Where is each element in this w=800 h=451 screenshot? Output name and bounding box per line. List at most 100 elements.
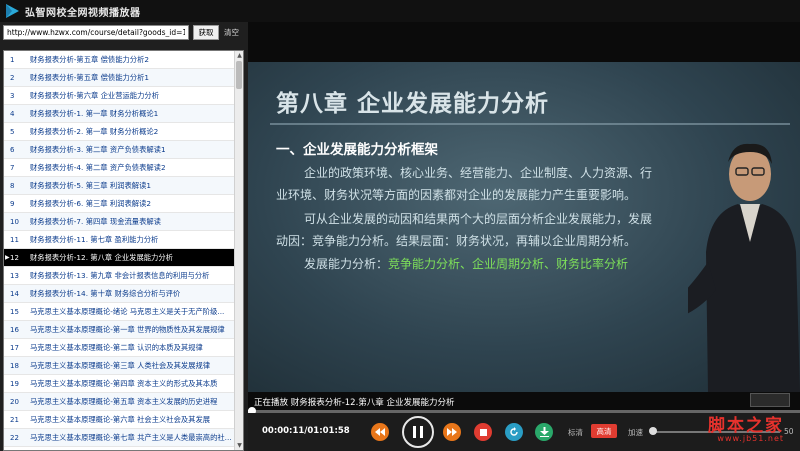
playlist-item-title: 马克思主义基本原理概论-绪论 马克思主义是关于无产阶级... — [30, 306, 225, 316]
rewind-icon[interactable] — [371, 423, 389, 441]
playlist-item-title: 马克思主义基本原理概论-第二章 认识的本质及其规律 — [30, 342, 203, 352]
playlist-item-title: 马克思主义基本原理概论-第三章 人类社会及其发展规律 — [30, 360, 211, 370]
playlist-item[interactable]: 20 马克思主义基本原理概论-第五章 资本主义发展的历史进程 — [4, 393, 235, 411]
corner-logo-icon — [750, 393, 790, 407]
playlist-item[interactable]: 3 财务报表分析-第六章 企业营运能力分析 — [4, 87, 235, 105]
playlist-item[interactable]: 18 马克思主义基本原理概论-第三章 人类社会及其发展规律 — [4, 357, 235, 375]
playlist-item-number: 12 ▶ — [5, 253, 19, 262]
playlist-item[interactable]: 22 马克思主义基本原理概论-第七章 共产主义是人类最崇高的社... — [4, 429, 235, 447]
playlist-item-number: 4 — [10, 109, 15, 118]
playlist-item-number: 21 — [10, 415, 19, 424]
playlist-item-number: 20 — [10, 397, 19, 406]
playlist-item[interactable]: 16 马克思主义基本原理概论-第一章 世界的物质性及其发展规律 — [4, 321, 235, 339]
timecode: 00:00:11/01:01:58 — [262, 426, 350, 436]
playlist-rows: 1 财务报表分析-第五章 偿债能力分析2 2 财务报表分析-第五章 偿债能力分析1 3 财… — [4, 51, 235, 447]
speed-value: 50 — [784, 427, 794, 436]
playlist-item-title: 财务报表分析-3. 第二章 资产负债表解读1 — [30, 144, 166, 154]
download-icon[interactable] — [535, 423, 553, 441]
control-bar: 00:00:11/01:01:58 标清 高清 加速 50 脚本之家 www.j… — [248, 413, 800, 451]
slide-text-3-green: 竞争能力分析、企业周期分析、财务比率分析 — [388, 257, 629, 271]
playlist-item-number: 13 — [10, 271, 19, 280]
playlist-item[interactable]: 5 财务报表分析-2. 第一章 财务分析概论2 — [4, 123, 235, 141]
playlist-item-title: 财务报表分析-5. 第三章 利润表解读1 — [30, 180, 152, 190]
playlist-item-title: 财务报表分析-第六章 企业营运能力分析 — [30, 90, 159, 100]
slide-text-2a: 可从企业发展的动因和结果两个大的层面分析企业发展能力，发展 — [304, 212, 653, 226]
url-bar: 获取 清空 — [3, 25, 239, 40]
refresh-icon[interactable] — [505, 423, 523, 441]
playlist-item[interactable]: 12 ▶ 财务报表分析-12. 第八章 企业发展能力分析 — [4, 249, 235, 267]
pause-icon[interactable] — [402, 416, 434, 448]
playlist-item[interactable]: 7 财务报表分析-4. 第二章 资产负债表解读2 — [4, 159, 235, 177]
scroll-up-icon[interactable]: ▲ — [235, 51, 243, 60]
forward-icon[interactable] — [443, 423, 461, 441]
playlist-item[interactable]: 11 财务报表分析-11. 第七章 盈利能力分析 — [4, 231, 235, 249]
playlist-item[interactable]: 14 财务报表分析-14. 第十章 财务综合分析与评价 — [4, 285, 235, 303]
playlist-item-title: 马克思主义基本原理概论-第五章 资本主义发展的历史进程 — [30, 396, 218, 406]
playlist-item-number: 8 — [10, 181, 15, 190]
playlist-item-number: 5 — [10, 127, 15, 136]
playlist-item-number: 14 — [10, 289, 19, 298]
playlist-item-title: 财务报表分析-第五章 偿债能力分析2 — [30, 54, 150, 64]
playlist-item-number: 1 — [10, 55, 15, 64]
clear-button[interactable]: 清空 — [224, 27, 239, 38]
presenter-figure — [645, 112, 800, 392]
playlist-item[interactable]: 17 马克思主义基本原理概论-第二章 认识的本质及其规律 — [4, 339, 235, 357]
playlist-item-title: 财务报表分析-14. 第十章 财务综合分析与评价 — [30, 288, 181, 298]
playlist-panel: 获取 清空 1 财务报表分析-第五章 偿债能力分析2 2 财务报表分析-第五章 偿债能… — [0, 22, 245, 451]
playlist-item-title: 财务报表分析-13. 第九章 非会计报表信息的利用与分析 — [30, 270, 210, 280]
playlist-item[interactable]: 6 财务报表分析-3. 第二章 资产负债表解读1 — [4, 141, 235, 159]
playlist-item[interactable]: 2 财务报表分析-第五章 偿债能力分析1 — [4, 69, 235, 87]
lecture-slide: 第八章 企业发展能力分析 一、企业发展能力分析框架 企业的政策环境、核心业务、经… — [248, 62, 800, 392]
playlist-item[interactable]: 8 财务报表分析-5. 第三章 利润表解读1 — [4, 177, 235, 195]
playlist-item-title: 财务报表分析-7. 第四章 现金流量表解读 — [30, 216, 161, 226]
playlist-item[interactable]: 10 财务报表分析-7. 第四章 现金流量表解读 — [4, 213, 235, 231]
watermark: 脚本之家 www.jb51.net — [708, 411, 784, 443]
playlist-item-number: 15 — [10, 307, 19, 316]
quality-hd-button[interactable]: 高清 — [591, 424, 617, 438]
playlist-item[interactable]: 21 马克思主义基本原理概论-第六章 社会主义社会及其发展 — [4, 411, 235, 429]
video-area[interactable]: 第八章 企业发展能力分析 一、企业发展能力分析框架 企业的政策环境、核心业务、经… — [248, 22, 800, 413]
title-bar: 弘智网校全网视频播放器 — [0, 0, 800, 22]
slide-text-3: 发展能力分析：竞争能力分析、企业周期分析、财务比率分析 — [304, 255, 628, 272]
now-playing-caption: 正在播放 财务报表分析-12.第八章 企业发展能力分析 — [254, 398, 455, 408]
playlist-item[interactable]: 19 马克思主义基本原理概论-第四章 资本主义的形式及其本质 — [4, 375, 235, 393]
slide-text-1b: 业环境、财务状况等方面的因素都对企业的发展能力产生重要影响。 — [276, 188, 637, 202]
fetch-button[interactable]: 获取 — [193, 25, 219, 40]
scroll-thumb[interactable] — [236, 61, 242, 89]
stop-icon[interactable] — [474, 423, 492, 441]
playlist-item[interactable]: 1 财务报表分析-第五章 偿债能力分析2 — [4, 51, 235, 69]
playlist-item-number: 6 — [10, 145, 15, 154]
playlist-item-number: 2 — [10, 73, 15, 82]
playlist-item[interactable]: 15 马克思主义基本原理概论-绪论 马克思主义是关于无产阶级... — [4, 303, 235, 321]
watermark-url: www.jb51.net — [717, 434, 784, 443]
playlist: 1 财务报表分析-第五章 偿债能力分析2 2 财务报表分析-第五章 偿债能力分析1 3 财… — [3, 50, 244, 451]
scroll-down-icon[interactable]: ▼ — [235, 441, 243, 450]
speed-label: 加速 — [628, 428, 643, 437]
now-playing-marker-icon: ▶ — [5, 253, 10, 261]
playlist-scrollbar[interactable]: ▲ ▼ — [234, 51, 243, 450]
playlist-item[interactable]: 9 财务报表分析-6. 第三章 利润表解读2 — [4, 195, 235, 213]
playlist-item-number: 19 — [10, 379, 19, 388]
playlist-item-title: 财务报表分析-11. 第七章 盈利能力分析 — [30, 234, 159, 244]
playlist-item-number: 16 — [10, 325, 19, 334]
watermark-title: 脚本之家 — [708, 416, 784, 436]
playlist-item-number: 18 — [10, 361, 19, 370]
slide-title: 第八章 企业发展能力分析 — [276, 91, 550, 117]
playlist-item-title: 马克思主义基本原理概论-第一章 世界的物质性及其发展规律 — [30, 324, 225, 334]
url-input[interactable] — [3, 25, 189, 40]
playlist-item-title: 马克思主义基本原理概论-第四章 资本主义的形式及其本质 — [30, 378, 218, 388]
playlist-item-number: 9 — [10, 199, 15, 208]
speed-knob[interactable] — [649, 427, 657, 435]
playlist-item-title: 马克思主义基本原理概论-第七章 共产主义是人类最崇高的社... — [30, 432, 231, 442]
playlist-item-title: 财务报表分析-1. 第一章 财务分析概论1 — [30, 108, 159, 118]
playlist-item-title: 财务报表分析-2. 第一章 财务分析概论2 — [30, 126, 159, 136]
playlist-item-title: 马克思主义基本原理概论-第六章 社会主义社会及其发展 — [30, 414, 211, 424]
playlist-item-number: 10 — [10, 217, 19, 226]
playlist-item[interactable]: 4 财务报表分析-1. 第一章 财务分析概论1 — [4, 105, 235, 123]
quality-standard-option[interactable]: 标清 — [568, 427, 583, 438]
slide-heading: 一、企业发展能力分析框架 — [276, 142, 438, 158]
playlist-item[interactable]: 13 财务报表分析-13. 第九章 非会计报表信息的利用与分析 — [4, 267, 235, 285]
playlist-item-number: 11 — [10, 235, 19, 244]
playlist-item-number: 3 — [10, 91, 15, 100]
playlist-item-number: 7 — [10, 163, 15, 172]
